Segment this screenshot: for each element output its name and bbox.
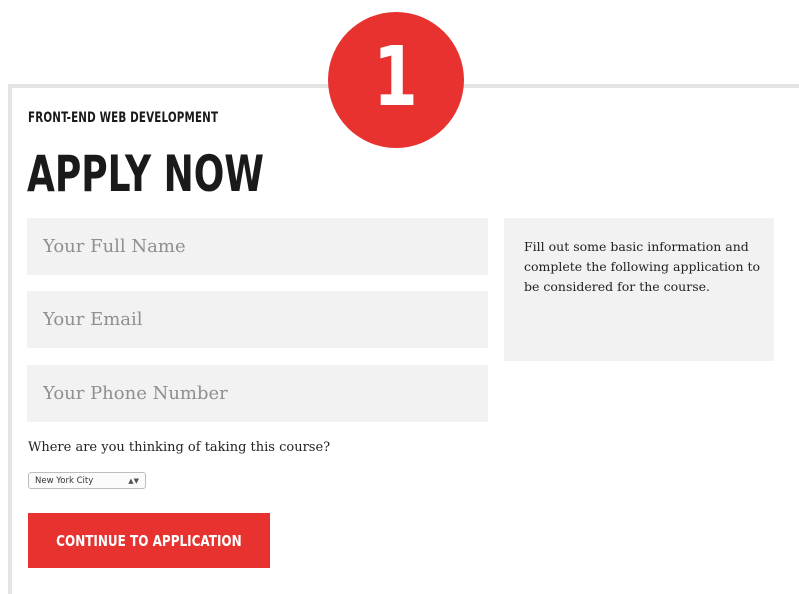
location-question-label: Where are you thinking of taking this co… bbox=[28, 440, 331, 455]
step-number: 1 bbox=[373, 30, 419, 125]
course-eyebrow: FRONT-END WEB DEVELOPMENT bbox=[28, 110, 219, 126]
step-number-badge: 1 bbox=[328, 12, 464, 148]
info-text: Fill out some basic information and comp… bbox=[524, 239, 761, 294]
location-selected-value: New York City bbox=[35, 475, 94, 486]
page-title: APPLY NOW bbox=[27, 145, 265, 203]
continue-button-label: CONTINUE TO APPLICATION bbox=[56, 531, 242, 550]
full-name-input[interactable] bbox=[27, 218, 488, 275]
location-select[interactable]: New York City ▲▼ bbox=[28, 472, 146, 489]
continue-to-application-button[interactable]: CONTINUE TO APPLICATION bbox=[28, 513, 270, 568]
phone-number-input[interactable] bbox=[27, 365, 488, 422]
select-arrows-icon: ▲▼ bbox=[128, 476, 139, 485]
info-panel: Fill out some basic information and comp… bbox=[504, 218, 774, 361]
email-input[interactable] bbox=[27, 291, 488, 348]
